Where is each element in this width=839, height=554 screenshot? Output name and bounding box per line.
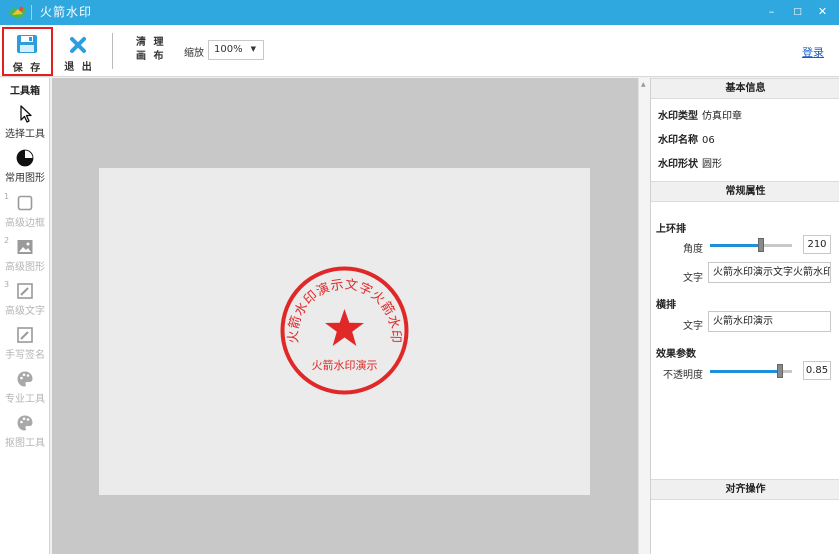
tool-number: 2	[4, 236, 10, 245]
advanced-graphic-tool-label: 高级图形	[5, 262, 45, 273]
info-row-type: 水印类型 仿真印章	[658, 107, 742, 122]
arc-text-input[interactable]: 火箭水印演示文字火箭水印	[708, 262, 831, 283]
angle-slider-fill	[710, 244, 761, 247]
tool-number: 1	[4, 192, 10, 201]
info-key: 水印形状	[658, 159, 698, 170]
exit-button[interactable]: 退 出	[60, 25, 98, 77]
signature-icon	[17, 327, 33, 343]
advanced-border-tool[interactable]: 1 高级边框	[0, 192, 50, 234]
properties-panel: 基本信息 水印类型 仿真印章 水印名称 06 水印形状 圆形 常规属性 上环排 角度 …	[650, 78, 839, 554]
border-icon	[17, 195, 33, 211]
info-value: 圆形	[702, 159, 722, 170]
text-edit-icon	[17, 283, 33, 299]
effect-title: 效果参数	[656, 349, 696, 360]
exit-x-icon	[70, 37, 86, 53]
angle-input[interactable]: 210	[803, 235, 831, 254]
title-separator	[31, 5, 32, 20]
opacity-input[interactable]: 0.85	[803, 361, 831, 380]
toolbar-separator	[112, 33, 113, 69]
chevron-down-icon: ▼	[250, 45, 256, 53]
toolbar: 保 存 退 出 清 理 画 布 缩放 100% ▼ 登录	[0, 25, 839, 77]
canvas-area[interactable]: 火箭水印演示文字火箭水印 火箭水印演示	[52, 78, 638, 554]
opacity-slider-thumb[interactable]	[777, 364, 783, 378]
palette-icon	[17, 371, 33, 387]
pro-tool[interactable]: 专业工具	[0, 370, 50, 410]
info-key: 水印类型	[658, 111, 698, 122]
app-logo-icon	[8, 6, 26, 19]
title-bar: 火箭水印 – □ ✕	[0, 0, 839, 25]
advanced-graphic-tool[interactable]: 2 高级图形	[0, 236, 50, 278]
save-button[interactable]: 保 存	[2, 27, 53, 76]
basic-info-header: 基本信息	[651, 78, 839, 99]
advanced-text-tool-label: 高级文字	[5, 306, 45, 317]
angle-slider[interactable]	[710, 238, 792, 252]
pro-tool-label: 专业工具	[5, 394, 45, 405]
clear-canvas-button[interactable]: 清 理 画 布	[136, 36, 166, 64]
tool-number: 3	[4, 280, 10, 289]
info-value: 06	[702, 135, 715, 146]
stamp-bottom-text: 火箭水印演示	[312, 358, 378, 372]
upper-arc-title: 上环排	[656, 224, 686, 235]
common-shape-tool-label: 常用图形	[5, 173, 45, 184]
advanced-border-tool-label: 高级边框	[5, 218, 45, 229]
advanced-text-tool[interactable]: 3 高级文字	[0, 280, 50, 322]
save-icon	[17, 35, 37, 53]
cutout-tool-label: 抠图工具	[5, 438, 45, 449]
zoom-value: 100%	[214, 44, 243, 55]
align-header: 对齐操作	[651, 479, 839, 500]
maximize-button[interactable]: □	[786, 0, 809, 25]
horizontal-text-input[interactable]: 火箭水印演示	[708, 311, 831, 332]
zoom-select[interactable]: 100% ▼	[208, 40, 264, 60]
info-row-name: 水印名称 06	[658, 131, 715, 146]
info-key: 水印名称	[658, 135, 698, 146]
image-icon	[17, 240, 33, 254]
clear-canvas-label-1: 清 理	[136, 37, 166, 48]
close-button[interactable]: ✕	[811, 0, 834, 25]
signature-tool-label: 手写签名	[5, 350, 45, 361]
star-icon	[325, 309, 364, 346]
save-label: 保 存	[12, 63, 43, 74]
general-props-header: 常规属性	[651, 181, 839, 202]
toolbox-title: 工具箱	[10, 86, 40, 97]
seal-stamp[interactable]: 火箭水印演示文字火箭水印 火箭水印演示	[279, 265, 410, 396]
window-title: 火箭水印	[40, 5, 93, 19]
shape-icon	[16, 149, 34, 167]
opacity-label: 不透明度	[663, 370, 703, 381]
zoom-label: 缩放	[184, 48, 204, 59]
select-tool[interactable]: 选择工具	[0, 105, 50, 145]
minimize-button[interactable]: –	[760, 0, 783, 25]
arc-text-label: 文字	[683, 273, 703, 284]
palette-icon	[17, 415, 33, 431]
info-value: 仿真印章	[702, 111, 742, 122]
canvas-page[interactable]: 火箭水印演示文字火箭水印 火箭水印演示	[99, 168, 590, 495]
horizontal-title: 横排	[656, 300, 676, 311]
toolbox: 工具箱 选择工具 常用图形 1 高级边框 2 高级图形 3 高级文字 手写签名 …	[0, 78, 50, 554]
angle-slider-thumb[interactable]	[758, 238, 764, 252]
opacity-slider[interactable]	[710, 364, 792, 378]
exit-label: 退 出	[64, 62, 94, 73]
cutout-tool[interactable]: 抠图工具	[0, 414, 50, 454]
common-shape-tool[interactable]: 常用图形	[0, 149, 50, 189]
info-row-shape: 水印形状 圆形	[658, 155, 722, 170]
select-tool-label: 选择工具	[5, 129, 45, 140]
login-link[interactable]: 登录	[802, 44, 824, 60]
vertical-scrollbar[interactable]: ▲	[638, 78, 650, 554]
scroll-up-icon[interactable]: ▲	[641, 81, 646, 88]
clear-canvas-label-2: 画 布	[136, 51, 166, 62]
angle-label: 角度	[683, 244, 703, 255]
signature-tool[interactable]: 手写签名	[0, 326, 50, 366]
cursor-icon	[20, 105, 32, 123]
opacity-slider-fill	[710, 370, 780, 373]
horizontal-text-label: 文字	[683, 321, 703, 332]
